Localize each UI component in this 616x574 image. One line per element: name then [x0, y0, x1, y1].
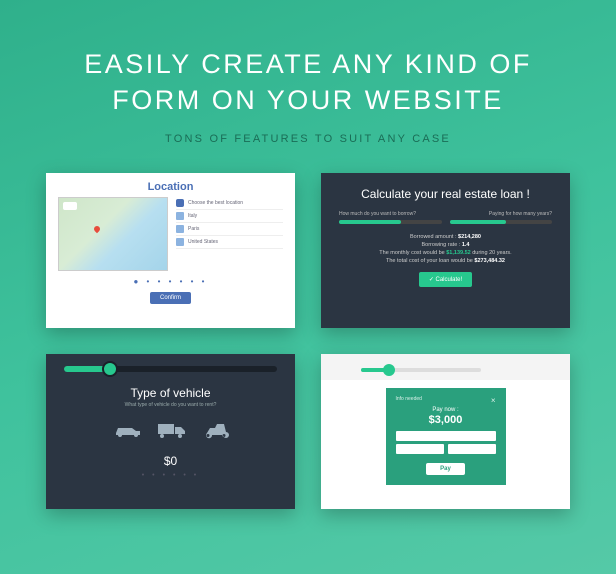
pay-amount: $3,000 — [396, 414, 496, 426]
card-number-field[interactable] — [396, 431, 496, 441]
amount-slider[interactable] — [339, 220, 442, 224]
calculate-button[interactable]: ✓ Calculate! — [419, 272, 472, 287]
location-options: Choose the best location Italy Paris Uni… — [176, 197, 283, 271]
expiry-field[interactable] — [396, 444, 444, 454]
loan-result-line: The total cost of your loan would be $27… — [339, 258, 552, 264]
preview-card-payment: Info needed × Pay now : $3,000 Pay — [321, 354, 570, 509]
flag-icon — [176, 212, 184, 220]
hero-title-line2: FORM ON YOUR WEBSITE — [112, 85, 504, 115]
option-label: Choose the best location — [188, 200, 243, 206]
vehicle-subtitle: What type of vehicle do you want to rent… — [46, 402, 295, 408]
location-option[interactable]: United States — [176, 236, 283, 249]
confirm-button[interactable]: Confirm — [150, 292, 191, 304]
preview-card-location: Location Choose the best location Italy … — [46, 173, 295, 328]
preview-card-loan: Calculate your real estate loan ! How mu… — [321, 173, 570, 328]
loan-result-line: Borrowing rate : 1.4 — [339, 242, 552, 248]
flag-icon — [176, 225, 184, 233]
hero-title: EASILY CREATE ANY KIND OF FORM ON YOUR W… — [20, 46, 596, 119]
slider-knob-icon[interactable] — [383, 364, 395, 376]
car-icon[interactable] — [113, 423, 143, 439]
map-icon[interactable] — [58, 197, 168, 271]
option-label: Italy — [188, 213, 197, 219]
pagination-dots[interactable]: • • • • • • — [46, 472, 295, 479]
checkbox-icon[interactable] — [176, 199, 184, 207]
pay-button[interactable]: Pay — [426, 463, 465, 475]
progress-slider[interactable] — [361, 368, 481, 372]
hero-subtitle: TONS OF FEATURES TO SUIT ANY CASE — [20, 133, 596, 145]
vehicle-title: Type of vehicle — [46, 386, 295, 400]
location-option[interactable]: Choose the best location — [176, 197, 283, 210]
preview-grid: Location Choose the best location Italy … — [0, 173, 616, 549]
hero-section: EASILY CREATE ANY KIND OF FORM ON YOUR W… — [0, 0, 616, 173]
option-label: United States — [188, 239, 218, 245]
location-option[interactable]: Italy — [176, 210, 283, 223]
hero-title-line1: EASILY CREATE ANY KIND OF — [84, 49, 532, 79]
loan-title: Calculate your real estate loan ! — [339, 187, 552, 201]
location-option[interactable]: Paris — [176, 223, 283, 236]
loan-result-line: The monthly cost would be $1,139.52 duri… — [339, 250, 552, 256]
payment-widget: Info needed × Pay now : $3,000 Pay — [386, 388, 506, 485]
truck-icon[interactable] — [157, 421, 189, 441]
flag-icon — [176, 238, 184, 246]
years-slider[interactable] — [450, 220, 553, 224]
location-title: Location — [46, 173, 295, 197]
option-label: Paris — [188, 226, 199, 232]
close-icon[interactable]: × — [491, 396, 496, 405]
step-slider[interactable] — [64, 366, 277, 372]
page-backdrop — [321, 354, 570, 380]
loan-label-years: Paying for how many years? — [489, 211, 552, 217]
preview-card-vehicle: Type of vehicle What type of vehicle do … — [46, 354, 295, 509]
scooter-icon[interactable] — [203, 422, 229, 440]
pagination-dots[interactable]: ● • • • • • • — [46, 277, 295, 286]
pay-now-label: Pay now : — [396, 407, 496, 413]
loan-result-line: Borrowed amount : $214,280 — [339, 234, 552, 240]
vehicle-price: $0 — [46, 454, 295, 468]
slider-knob-icon[interactable] — [102, 361, 118, 377]
loan-label-amount: How much do you want to borrow? — [339, 211, 416, 217]
widget-title: Info needed — [396, 396, 422, 405]
cvc-field[interactable] — [448, 444, 496, 454]
